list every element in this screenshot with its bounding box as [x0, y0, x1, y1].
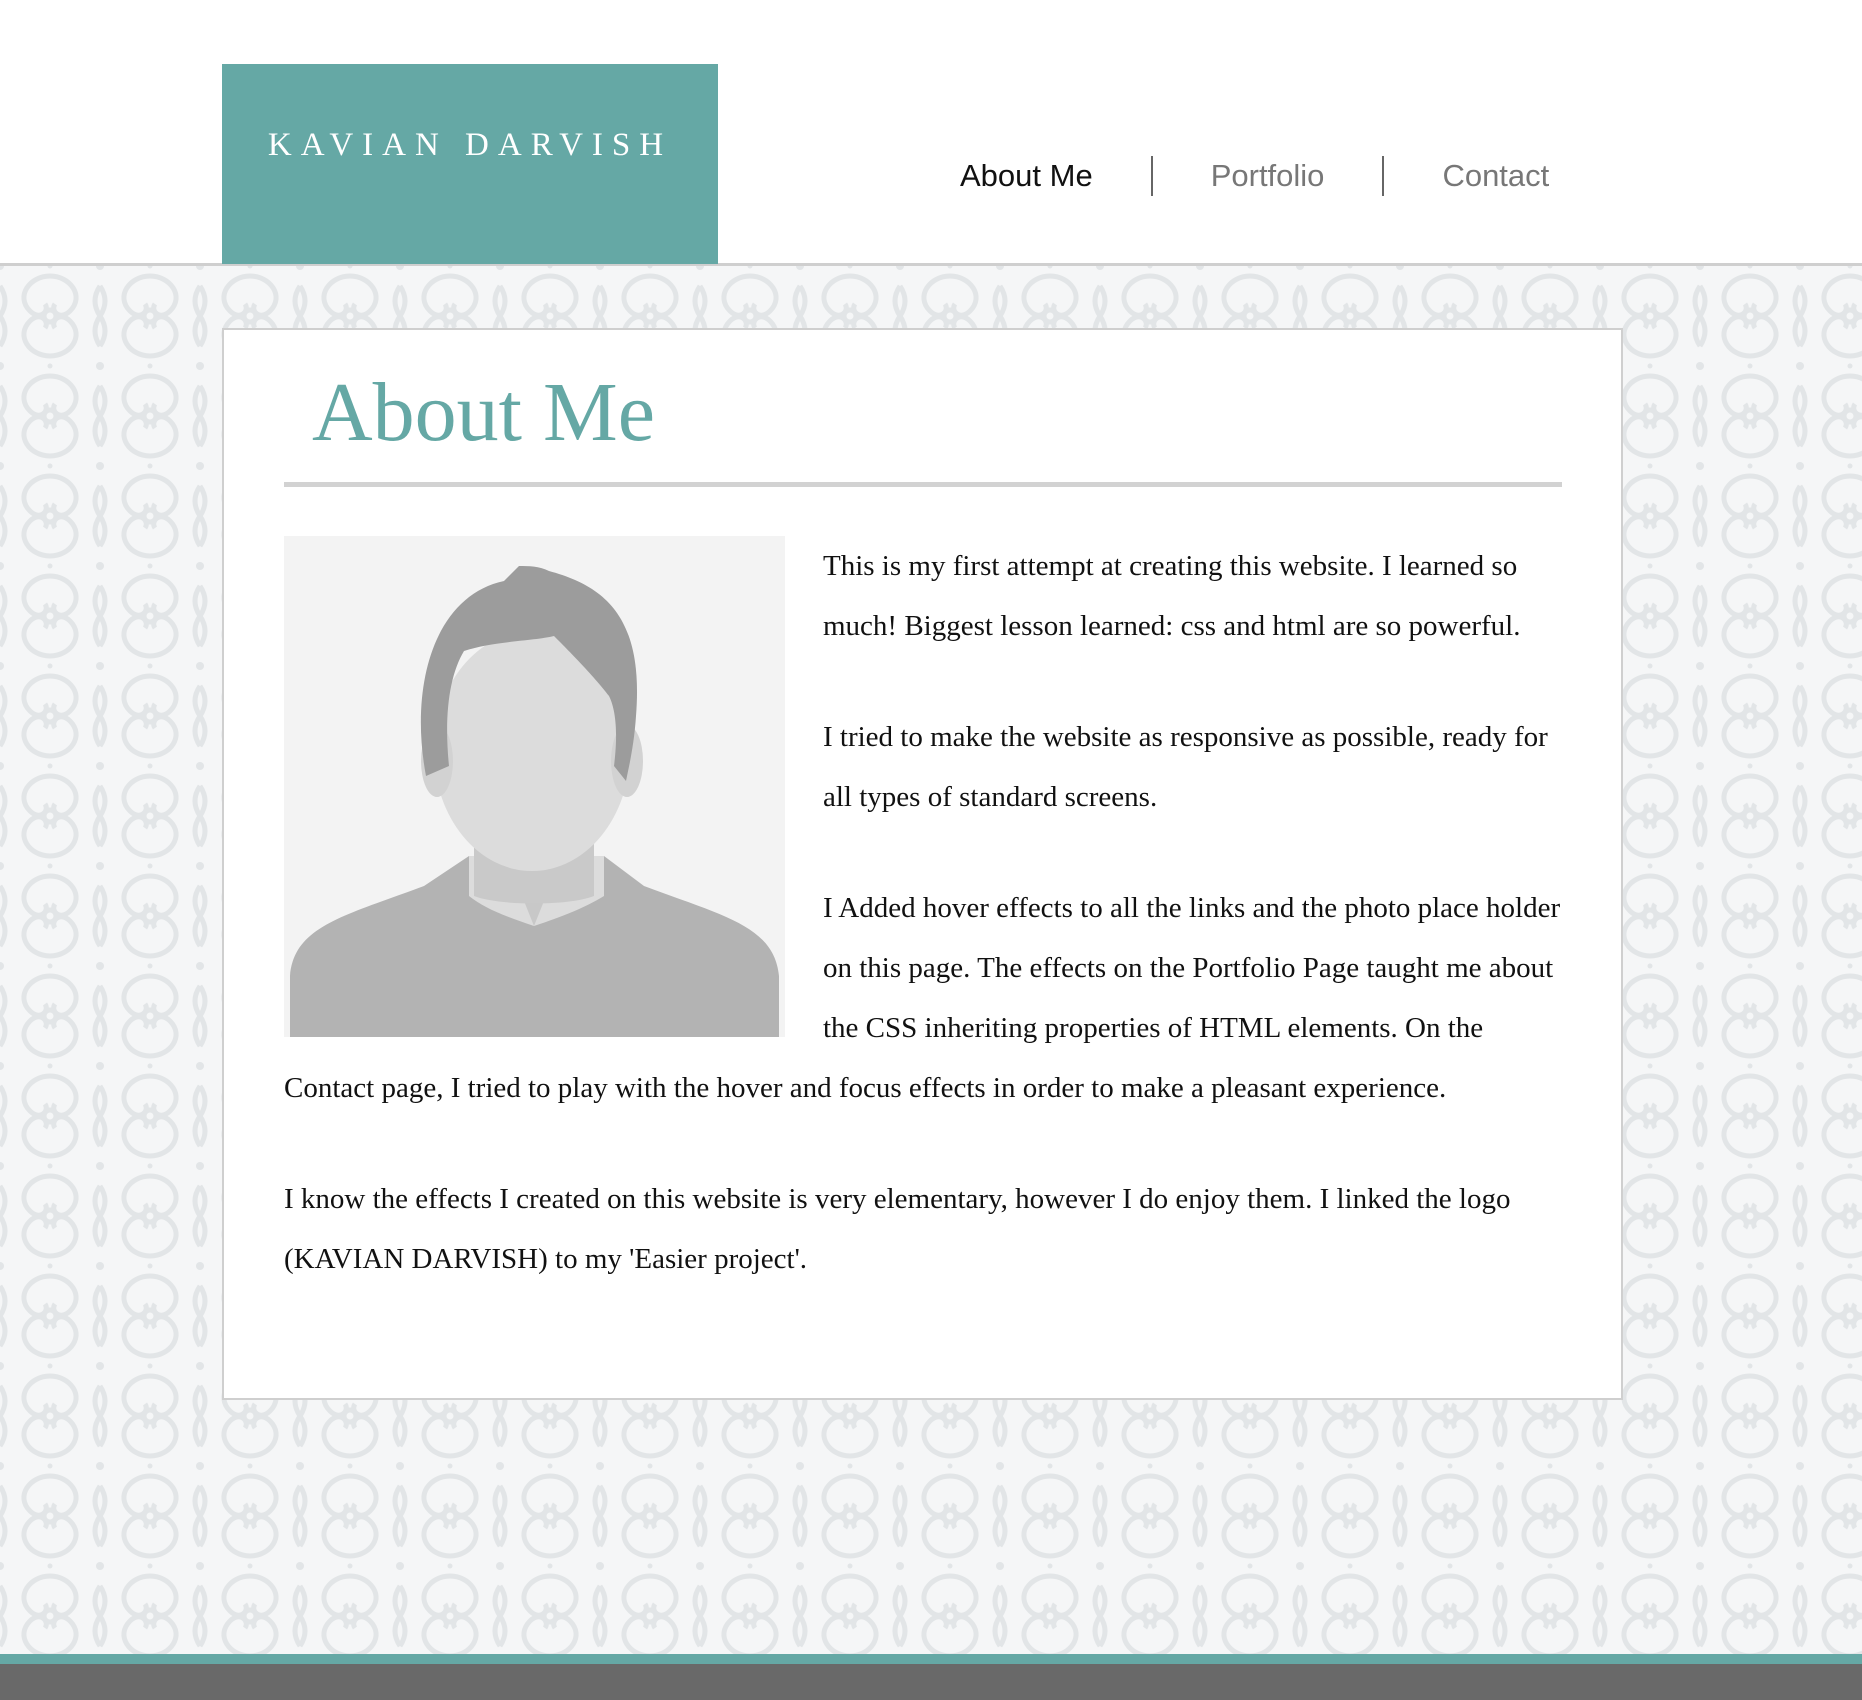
site-header: KAVIAN DARVISH About Me Portfolio Contac…	[0, 0, 1862, 266]
logo-link[interactable]: KAVIAN DARVISH	[222, 64, 718, 264]
about-card: About Me This is my first attempt at cre…	[222, 328, 1623, 1400]
nav-divider	[1382, 156, 1385, 196]
nav-contact[interactable]: Contact	[1442, 158, 1549, 194]
main-area: About Me This is my first attempt at cre…	[0, 266, 1862, 1654]
page-title: About Me	[312, 366, 655, 459]
person-placeholder-icon	[284, 536, 785, 1037]
paragraph-4: I know the effects I created on this web…	[284, 1183, 1511, 1275]
footer-bar	[0, 1664, 1862, 1700]
nav-portfolio[interactable]: Portfolio	[1211, 158, 1325, 194]
footer-accent-bar	[0, 1654, 1862, 1664]
main-nav: About Me Portfolio Contact	[960, 156, 1549, 196]
about-content: This is my first attempt at creating thi…	[284, 536, 1574, 1340]
title-divider	[284, 482, 1562, 487]
photo-placeholder[interactable]	[284, 536, 785, 1037]
nav-about-me[interactable]: About Me	[960, 158, 1093, 194]
nav-divider	[1150, 156, 1153, 196]
